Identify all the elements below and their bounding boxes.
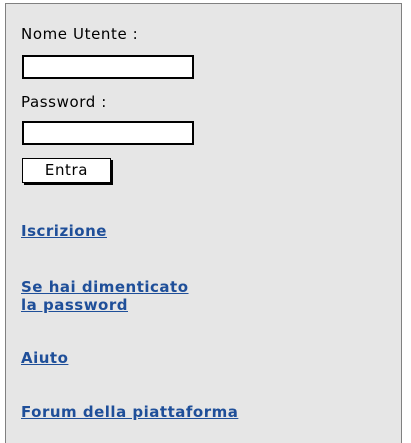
login-panel: Nome Utente : Password : Entra Iscrizion… [5,3,402,443]
forum-link[interactable]: Forum della piattaforma [21,403,238,421]
username-label: Nome Utente : [21,25,139,43]
forgot-password-line1: Se hai dimenticato [21,278,189,296]
password-label: Password : [21,93,107,111]
forgot-password-line2: la password [21,296,128,314]
register-link[interactable]: Iscrizione [21,222,107,240]
login-button[interactable]: Entra [22,158,111,183]
password-input[interactable] [22,121,194,145]
help-link[interactable]: Aiuto [21,349,68,367]
username-input[interactable] [22,55,194,79]
forgot-password-link[interactable]: Se hai dimenticato la password [21,278,189,314]
